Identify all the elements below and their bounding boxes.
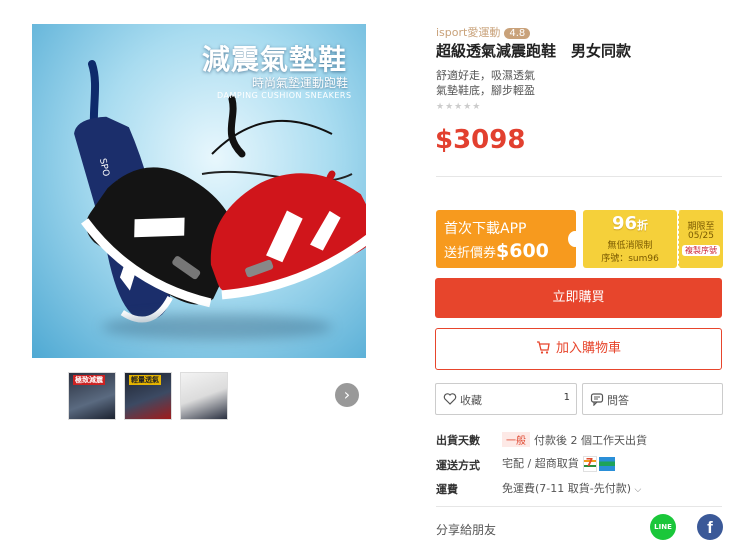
discount-value: 96折 <box>611 213 649 234</box>
deadline-date: 05/25 <box>688 231 714 241</box>
ship-days-value: 一般 付款後 2 個工作天出貨 <box>502 432 647 448</box>
favorite-count: 1 <box>563 392 570 403</box>
discount-code: 序號：sum96 <box>601 254 659 264</box>
facebook-share-icon[interactable]: f <box>697 514 723 540</box>
line-share-icon[interactable]: LINE <box>650 514 676 540</box>
next-image-button[interactable]: › <box>335 383 359 407</box>
divider <box>436 506 722 507</box>
thumbnail-2[interactable]: 輕量透氣 <box>124 372 172 420</box>
chat-bubble-icon <box>590 393 604 406</box>
app-coupon-amount: $600 <box>496 240 549 262</box>
familymart-icon <box>598 457 615 471</box>
image-subline: 時尚氣墊運動跑鞋 <box>252 76 349 90</box>
favorite-label: 收藏 <box>460 394 482 407</box>
heart-icon <box>443 393 457 405</box>
app-coupon-offer: 送折價券$600 <box>444 240 549 262</box>
coupon-deadline: 期限至 05/25 複製序號 <box>678 210 723 268</box>
freight-value[interactable]: 免運費(7-11 取貨-先付款) ⌵ <box>502 480 641 496</box>
cart-icon <box>536 341 550 354</box>
product-main-image[interactable]: SPO 減震氣墊鞋 時尚氣墊運動跑鞋 DAMPING CUSHION SNEAK… <box>32 24 366 358</box>
add-to-cart-label: 加入購物車 <box>555 341 621 356</box>
product-price: $3098 <box>435 125 526 155</box>
freight-label: 運費 <box>436 483 458 496</box>
share-label: 分享給朋友 <box>436 523 497 537</box>
ship-days-label: 出貨天數 <box>436 434 480 447</box>
thumbnail-label: 輕量透氣 <box>129 375 161 385</box>
image-subline-en: DAMPING CUSHION SNEAKERS <box>217 91 352 100</box>
discount-condition: 無低消限制 <box>607 241 653 251</box>
shop-name[interactable]: isport愛運動 <box>436 26 500 39</box>
shop-rating-badge: 4.8 <box>504 28 531 39</box>
divider <box>436 176 722 177</box>
ship-type-tag: 一般 <box>502 432 530 447</box>
seven-eleven-icon: 7 <box>582 456 597 472</box>
product-title: 超級透氣減震跑鞋 男女同款 <box>436 42 632 60</box>
favorite-button[interactable]: 收藏 1 <box>435 383 577 415</box>
thumbnail-3[interactable] <box>180 372 228 420</box>
chevron-down-icon: ⌵ <box>634 485 642 495</box>
copy-code-button[interactable]: 複製序號 <box>682 245 720 256</box>
thumbnail-1[interactable]: 極致減震 <box>68 372 116 420</box>
buy-now-button[interactable]: 立即購買 <box>435 278 722 318</box>
delivery-value: 宅配 / 超商取貨 7 <box>502 455 615 472</box>
qa-button[interactable]: 問答 <box>582 383 723 415</box>
add-to-cart-button[interactable]: 加入購物車 <box>435 328 722 370</box>
app-coupon-title: 首次下載APP <box>444 221 527 237</box>
shop-info: isport愛運動 4.8 <box>436 24 531 40</box>
product-feature: 氣墊鞋底，腳步輕盈 <box>436 84 535 97</box>
qa-label: 問答 <box>607 394 629 407</box>
chevron-right-icon: › <box>343 385 351 404</box>
rating-stars: ★★★★★ <box>436 102 482 112</box>
thumbnail-label: 極致減震 <box>73 375 105 385</box>
app-coupon[interactable]: 首次下載APP 送折價券$600 <box>436 210 582 268</box>
image-headline: 減震氣墊鞋 <box>202 43 348 76</box>
delivery-label: 運送方式 <box>436 459 480 472</box>
ground-shadow <box>102 314 332 340</box>
product-feature: 舒適好走，吸濕透氣 <box>436 69 535 82</box>
discount-coupon[interactable]: 96折 無低消限制 序號：sum96 <box>583 210 677 268</box>
coupon-notch <box>568 231 582 247</box>
